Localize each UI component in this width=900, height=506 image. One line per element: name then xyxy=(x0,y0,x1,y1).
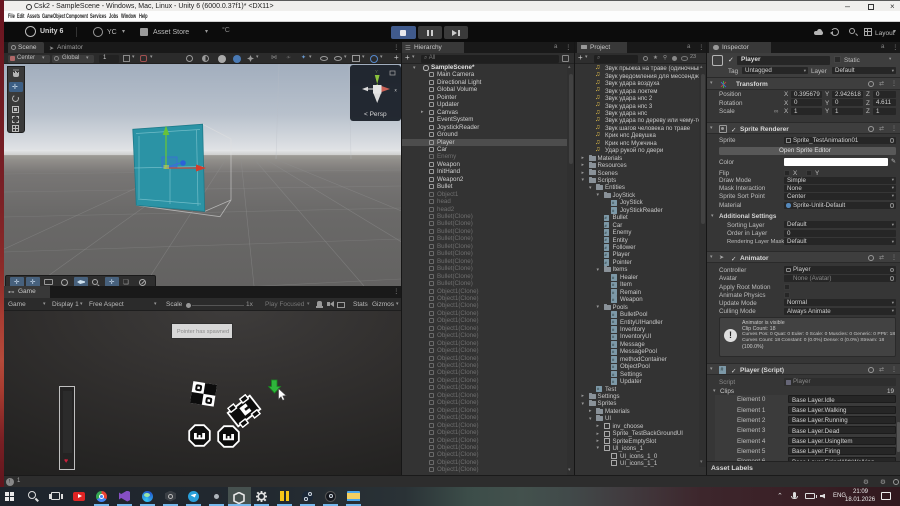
svg-text:< Persp: < Persp xyxy=(364,111,387,118)
svg-text:Y: Y xyxy=(375,69,378,74)
svg-text:x: x xyxy=(395,88,398,93)
